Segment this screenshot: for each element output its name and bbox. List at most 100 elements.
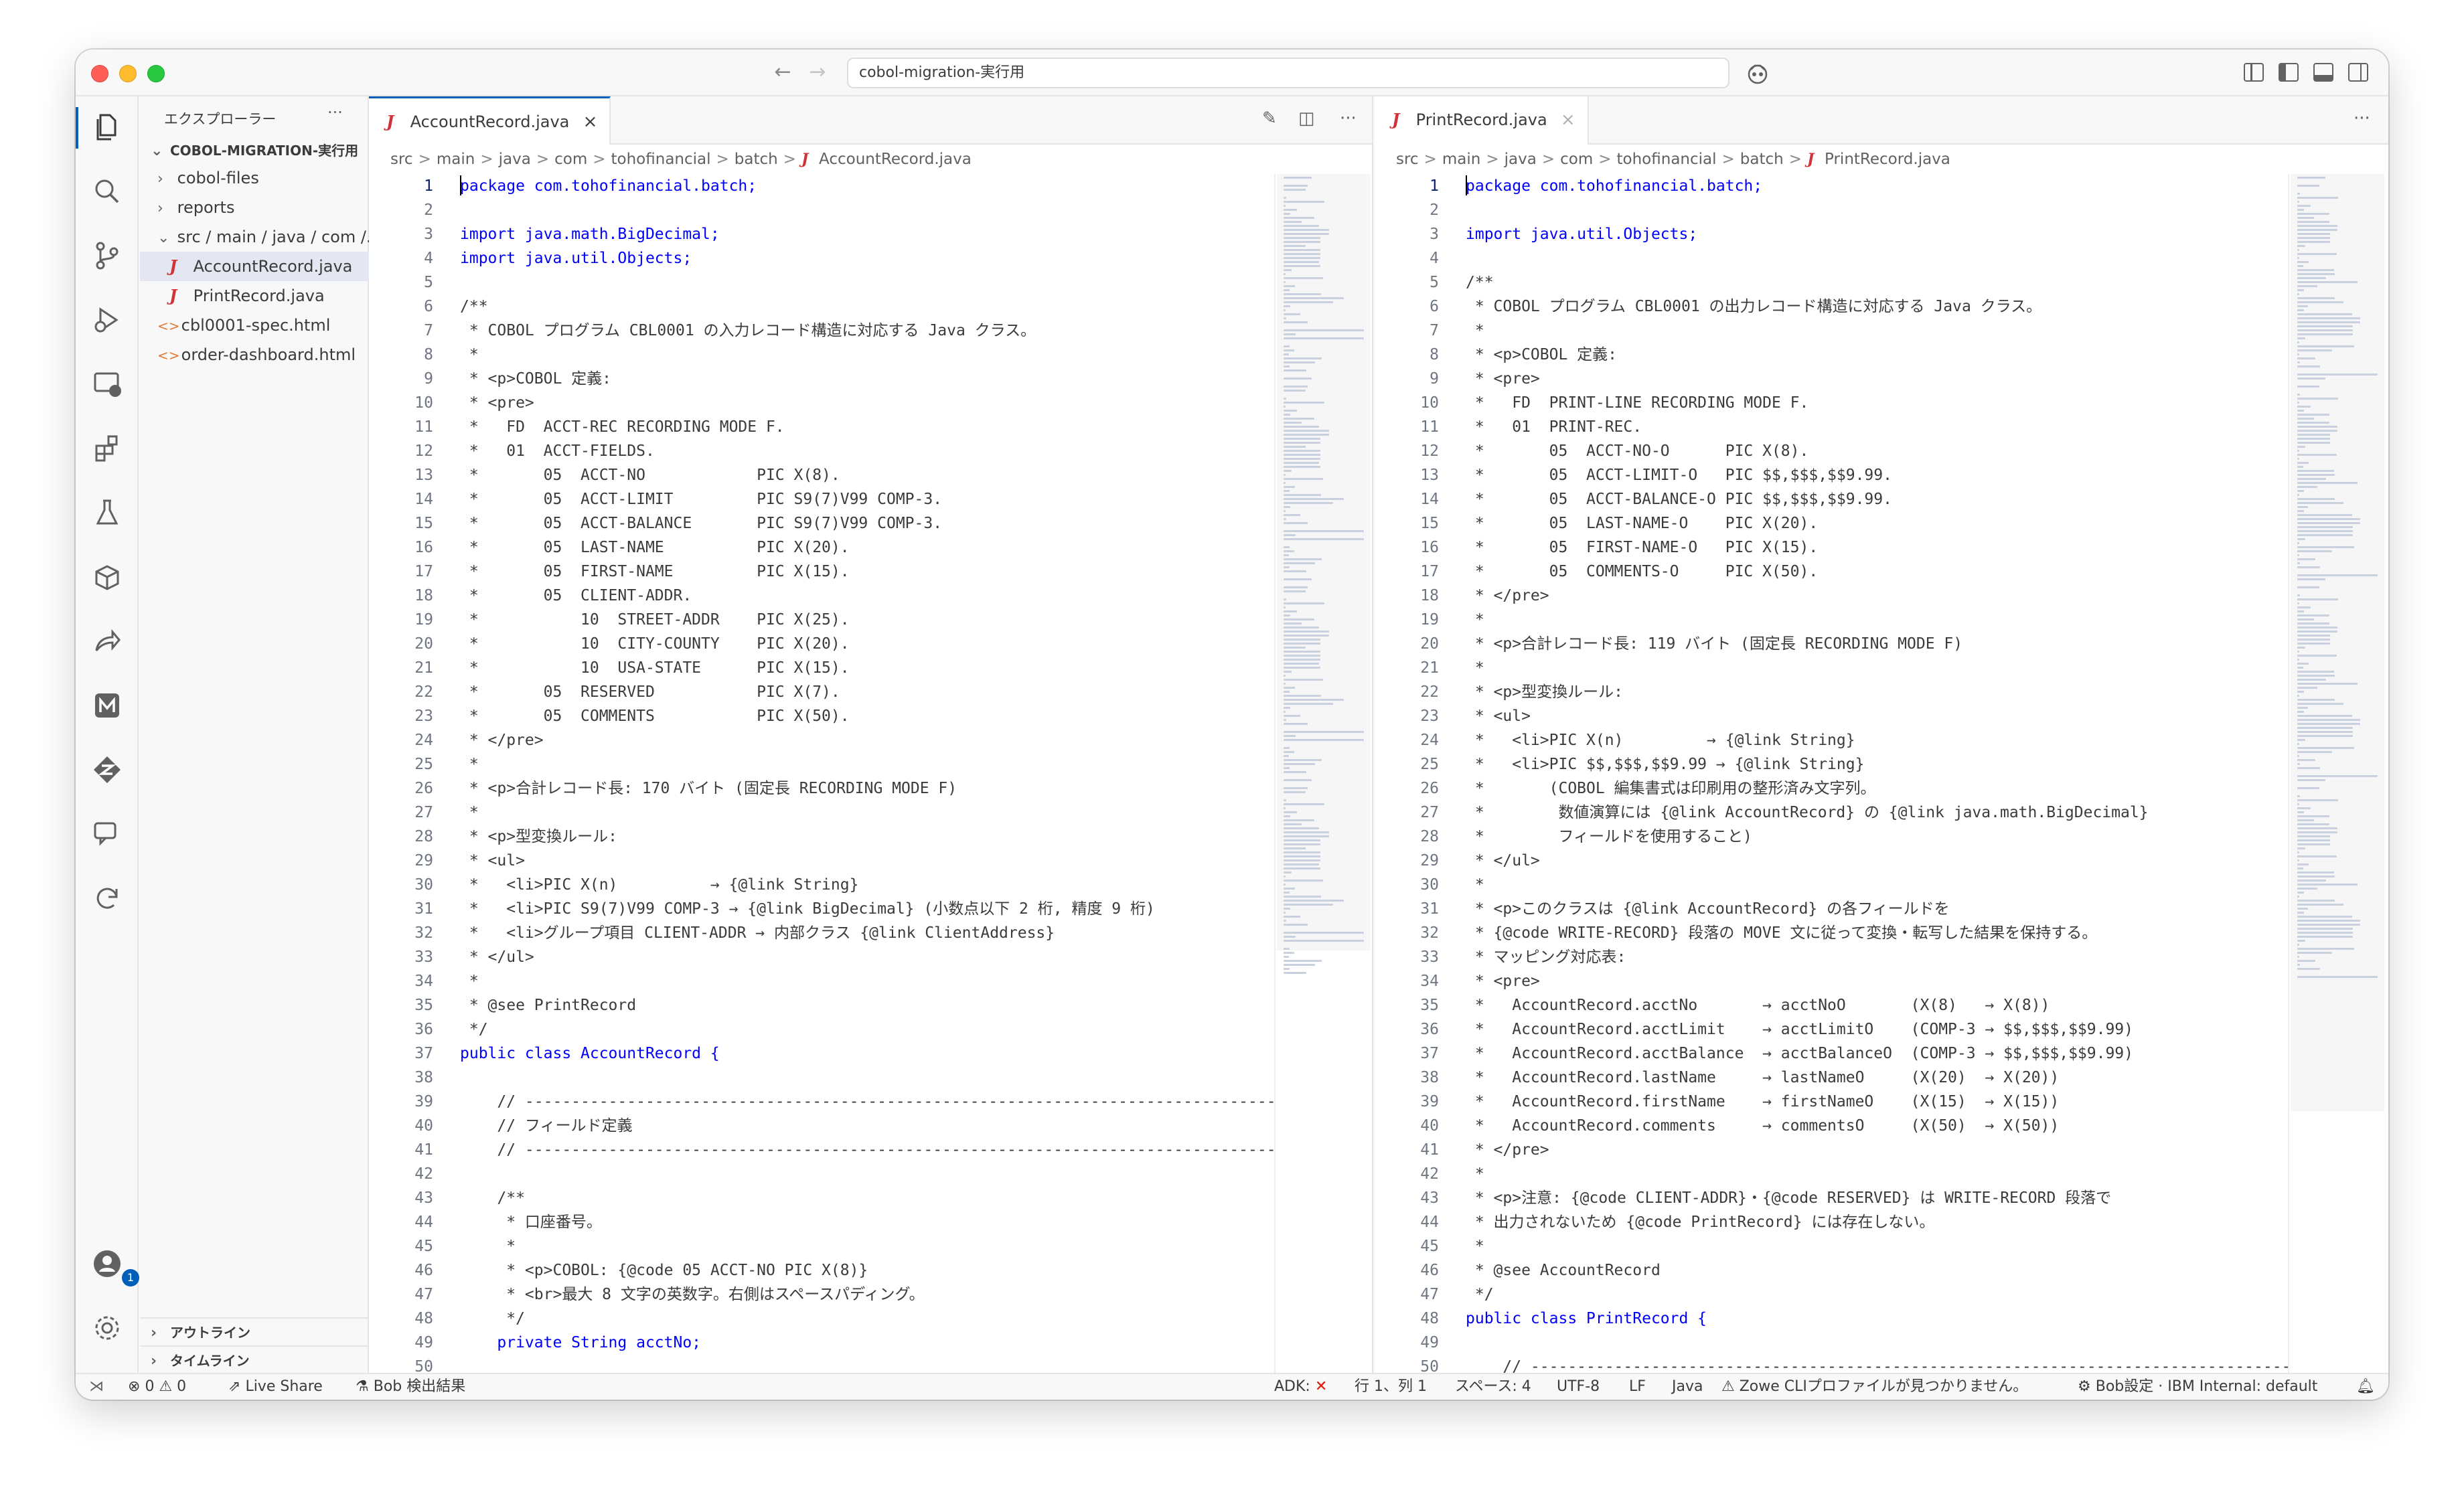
notifications-bell-icon[interactable]: 🔔︎ bbox=[2356, 1374, 2375, 1400]
chat-icon[interactable] bbox=[91, 818, 123, 850]
code-line: 4 import java.util.Objects; bbox=[369, 246, 1372, 270]
minimap-line bbox=[1284, 602, 1325, 604]
bob-settings-status[interactable]: ⚙ Bob設定 · IBM Internal: default bbox=[2078, 1374, 2317, 1400]
tree-file-printrecord[interactable]: J PrintRecord.java bbox=[140, 281, 369, 311]
tree-folder-cobol-files[interactable]: › cobol-files bbox=[140, 163, 369, 193]
back-arrow-icon[interactable]: ← bbox=[771, 60, 795, 84]
breadcrumb-item[interactable]: batch bbox=[1740, 151, 1784, 168]
zowe-status[interactable]: ⚠ Zowe CLIプロファイルが見つかりません。 bbox=[1721, 1374, 2027, 1400]
minimize-window-button[interactable] bbox=[119, 65, 137, 82]
forward-arrow-icon[interactable]: → bbox=[805, 60, 830, 84]
breadcrumb-item[interactable]: com bbox=[554, 151, 587, 168]
encoding-status[interactable]: UTF-8 bbox=[1557, 1374, 1600, 1400]
minimap-line bbox=[2297, 357, 2316, 359]
code-text: * 05 COMMENTS PIC X(50). bbox=[460, 708, 850, 725]
breadcrumb-item[interactable]: tohofinancial bbox=[611, 151, 711, 168]
tree-file-order-dashboard[interactable]: <> order-dashboard.html bbox=[140, 340, 369, 369]
source-control-icon[interactable] bbox=[91, 240, 123, 272]
more-actions-icon[interactable]: ··· bbox=[1340, 108, 1357, 129]
more-actions-icon[interactable]: ··· bbox=[2354, 108, 2370, 129]
breadcrumb-item[interactable]: java bbox=[1505, 151, 1537, 168]
line-number: 1 bbox=[424, 177, 433, 195]
minimap-line bbox=[1284, 964, 1315, 966]
minimap-line bbox=[1284, 353, 1289, 355]
tab-accountrecord[interactable]: J AccountRecord.java × bbox=[369, 96, 611, 145]
customize-layout-icon[interactable] bbox=[2244, 63, 2264, 82]
code-text: /** bbox=[460, 298, 488, 315]
minimap-line bbox=[1284, 819, 1314, 821]
breadcrumb-item[interactable]: main bbox=[1442, 151, 1480, 168]
indentation-status[interactable]: スペース: 4 bbox=[1455, 1374, 1531, 1400]
breadcrumb-item[interactable]: PrintRecord.java bbox=[1825, 151, 1950, 168]
minimap-line bbox=[1284, 305, 1291, 307]
minimap[interactable] bbox=[2291, 174, 2384, 1373]
breadcrumb-item[interactable]: tohofinancial bbox=[1617, 151, 1717, 168]
containers-icon[interactable] bbox=[91, 561, 123, 593]
line-number: 11 bbox=[414, 418, 433, 436]
live-share-status[interactable]: ⇗ Live Share bbox=[228, 1374, 323, 1400]
code-line: 17 * 05 COMMENTS-O PIC X(50). bbox=[1375, 560, 2388, 584]
code-text: * COBOL プログラム CBL0001 の出力レコード構造に対応する Jav… bbox=[1466, 298, 2042, 315]
close-icon[interactable]: × bbox=[1561, 96, 1575, 143]
search-icon[interactable] bbox=[91, 175, 123, 207]
timeline-section[interactable]: › タイムライン bbox=[140, 1345, 369, 1374]
code-editor[interactable]: 1 package com.tohofinancial.batch; 2 3 impor… bbox=[1375, 174, 2388, 1373]
mainframe-icon[interactable] bbox=[91, 689, 123, 722]
zowe-icon[interactable] bbox=[91, 754, 123, 786]
workspace-root-folder[interactable]: ⌄ COBOL-MIGRATION-実行用 bbox=[140, 138, 369, 163]
explorer-icon[interactable] bbox=[91, 111, 123, 143]
cursor-position[interactable]: 行 1、列 1 bbox=[1355, 1374, 1427, 1400]
bob-findings-status[interactable]: ⚗ Bob 検出結果 bbox=[356, 1374, 465, 1400]
breadcrumb-item[interactable]: AccountRecord.java bbox=[819, 151, 972, 168]
run-debug-icon[interactable] bbox=[91, 304, 123, 336]
breadcrumb-item[interactable]: com bbox=[1560, 151, 1593, 168]
code-line: 34 * bbox=[369, 969, 1372, 993]
minimap-line bbox=[1284, 357, 1322, 359]
minimap-line bbox=[2297, 908, 2308, 910]
problems-indicator[interactable]: ⊗ 0 ⚠ 0 bbox=[128, 1374, 186, 1400]
tree-folder-src[interactable]: ⌄ src / main / java / com /... bbox=[140, 222, 369, 252]
maximize-window-button[interactable] bbox=[147, 65, 165, 82]
chevron-right-icon: › bbox=[157, 200, 163, 217]
remote-indicator-icon[interactable]: ⋊ bbox=[89, 1374, 104, 1400]
accounts-icon[interactable]: 1 bbox=[91, 1248, 139, 1286]
line-number: 26 bbox=[414, 780, 433, 797]
adk-status[interactable]: ADK: ✕ bbox=[1274, 1374, 1327, 1400]
code-text: * 05 FIRST-NAME-O PIC X(15). bbox=[1466, 539, 1819, 556]
outline-section[interactable]: › アウトライン bbox=[140, 1317, 369, 1345]
breadcrumb-item[interactable]: java bbox=[499, 151, 531, 168]
eol-status[interactable]: LF bbox=[1629, 1374, 1646, 1400]
code-editor[interactable]: 1 package com.tohofinancial.batch; 2 3 impor… bbox=[369, 174, 1372, 1373]
minimap-line bbox=[2297, 932, 2354, 934]
code-line: 27 * 数値演算には {@link AccountRecord} の {@li… bbox=[1375, 801, 2388, 825]
breadcrumb-item[interactable]: src bbox=[390, 151, 413, 168]
breadcrumb-item[interactable]: main bbox=[437, 151, 475, 168]
split-editor-icon[interactable]: ◫ bbox=[1298, 108, 1315, 129]
breadcrumb-item[interactable]: src bbox=[1396, 151, 1419, 168]
live-share-icon[interactable] bbox=[91, 625, 123, 657]
testing-flask-icon[interactable] bbox=[91, 497, 123, 529]
language-mode[interactable]: Java bbox=[1672, 1374, 1703, 1400]
tree-file-cbl0001-spec[interactable]: <> cbl0001-spec.html bbox=[140, 311, 369, 340]
toggle-panel-icon[interactable] bbox=[2313, 63, 2333, 82]
toggle-secondary-sidebar-icon[interactable] bbox=[2348, 63, 2368, 82]
extensions-icon[interactable] bbox=[91, 432, 123, 465]
tree-folder-reports[interactable]: › reports bbox=[140, 193, 369, 222]
command-center-search[interactable]: cobol-migration-実行用 bbox=[847, 58, 1729, 88]
settings-gear-icon[interactable] bbox=[91, 1312, 123, 1344]
copilot-icon[interactable] bbox=[1746, 62, 1770, 86]
code-line: 37 public class AccountRecord { bbox=[369, 1042, 1372, 1066]
tab-label: AccountRecord.java bbox=[410, 112, 570, 131]
tab-printrecord[interactable]: J PrintRecord.java × bbox=[1375, 96, 1589, 145]
tree-file-accountrecord[interactable]: J AccountRecord.java bbox=[140, 252, 369, 281]
minimap-line bbox=[1284, 803, 1325, 805]
minimap[interactable] bbox=[1277, 174, 1371, 1373]
bob-action-icon[interactable]: ✎ bbox=[1262, 108, 1277, 129]
breadcrumb-item[interactable]: batch bbox=[735, 151, 778, 168]
toggle-primary-sidebar-icon[interactable] bbox=[2279, 63, 2299, 82]
close-window-button[interactable] bbox=[91, 65, 108, 82]
remote-explorer-icon[interactable] bbox=[91, 368, 123, 400]
close-icon[interactable]: × bbox=[583, 98, 598, 145]
explorer-more-icon[interactable]: ··· bbox=[327, 103, 343, 122]
sync-icon[interactable] bbox=[91, 882, 123, 914]
